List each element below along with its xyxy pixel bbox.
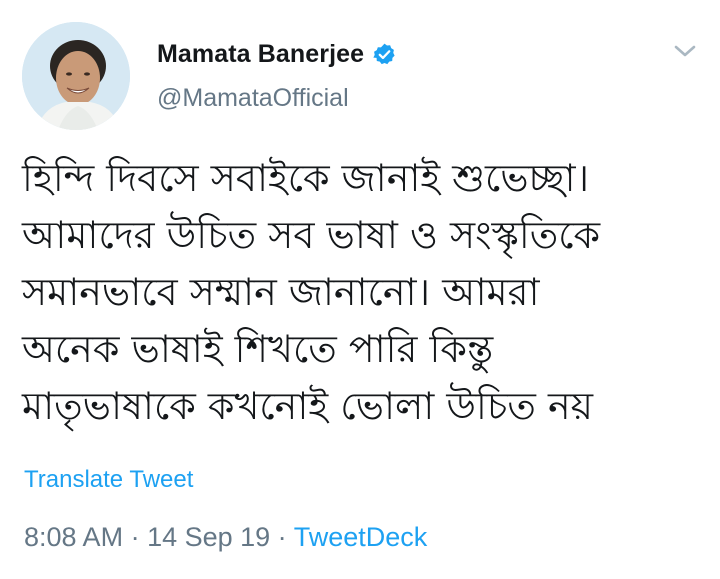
tweet-text-line: আমাদের উচিত সব ভাষা ও সংস্কৃতিকে bbox=[22, 213, 601, 257]
tweet-text: হিন্দি দিবসে সবাইকে জানাই শুভেচ্ছা। আমাদ… bbox=[22, 150, 712, 435]
author-handle[interactable]: @MamataOfficial bbox=[157, 84, 349, 113]
tweet-date[interactable]: 14 Sep 19 bbox=[147, 522, 270, 552]
chevron-down-icon[interactable] bbox=[672, 40, 698, 62]
profile-photo-icon bbox=[22, 22, 130, 130]
tweet-metadata: 8:08 AM · 14 Sep 19 · TweetDeck bbox=[24, 522, 427, 553]
avatar[interactable] bbox=[22, 22, 130, 130]
separator-dot: · bbox=[123, 522, 148, 552]
tweet-time[interactable]: 8:08 AM bbox=[24, 522, 123, 552]
verified-badge-icon bbox=[372, 42, 397, 67]
tweet-text-line: হিন্দি দিবসে সবাইকে জানাই শুভেচ্ছা। bbox=[22, 156, 590, 200]
tweet-text-line: সমানভাবে সম্মান জানানো। আমরা bbox=[22, 270, 540, 314]
tweet-text-line: অনেক ভাষাই শিখতে পারি কিন্তু bbox=[22, 327, 494, 371]
display-name[interactable]: Mamata Banerjee bbox=[157, 40, 364, 69]
separator-dot: · bbox=[270, 522, 294, 552]
tweet-text-line: মাতৃভাষাকে কখনোই ভোলা উচিত নয় bbox=[22, 384, 594, 428]
translate-tweet-link[interactable]: Translate Tweet bbox=[24, 466, 193, 494]
author-name-row[interactable]: Mamata Banerjee bbox=[157, 36, 397, 72]
tweet-source-link[interactable]: TweetDeck bbox=[294, 522, 428, 552]
